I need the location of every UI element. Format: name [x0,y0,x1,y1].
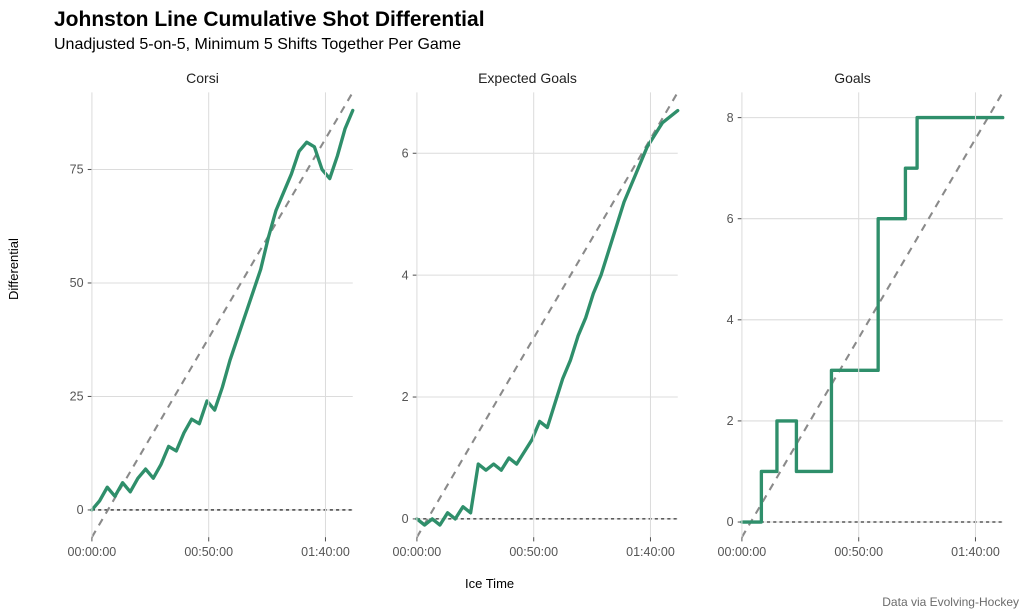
chart-subtitle: Unadjusted 5-on-5, Minimum 5 Shifts Toge… [54,36,461,54]
svg-text:00:00:00: 00:00:00 [68,545,117,559]
facet-label: Expected Goals [365,70,690,86]
svg-text:4: 4 [402,268,409,282]
svg-text:6: 6 [402,146,409,160]
chart-title: Johnston Line Cumulative Shot Differenti… [54,8,485,32]
plot-area: 0 25 50 75 00:00:00 00:50:00 01:40:00 [46,86,359,571]
svg-text:4: 4 [727,313,734,327]
svg-text:00:50:00: 00:50:00 [834,545,883,559]
svg-text:8: 8 [727,111,734,125]
svg-text:01:40:00: 01:40:00 [951,545,1000,559]
svg-text:2: 2 [402,390,409,404]
svg-text:0: 0 [402,512,409,526]
panel-row: Corsi025507500:00:0000:50:0001:40:00Expe… [40,70,1015,570]
facet-label: Goals [690,70,1015,86]
svg-text:0: 0 [77,503,84,517]
svg-text:00:50:00: 00:50:00 [184,545,233,559]
svg-text:01:40:00: 01:40:00 [301,545,350,559]
panel-goals: Goals 0 2 4 6 8 00:00:00 00:50:00 01:40:00 [690,70,1015,570]
svg-text:50: 50 [70,276,84,290]
panel-corsi: Corsi 0 25 50 75 00:00:00 00:50:00 01:40:00 [40,70,365,570]
svg-text:0: 0 [727,515,734,529]
svg-text:25: 25 [70,390,84,404]
svg-text:2: 2 [727,414,734,428]
svg-text:01:40:00: 01:40:00 [626,545,675,559]
plot-area: 0 2 4 6 8 00:00:00 00:50:00 01:40:00 [696,86,1009,571]
y-axis-label: Differential [6,238,21,300]
panel-expected-goals: Expected Goals 0 2 4 6 00:00:00 00:50:00 01:40:… [365,70,690,570]
svg-text:6: 6 [727,212,734,226]
x-axis-label: Ice Time [465,576,514,591]
svg-text:00:00:00: 00:00:00 [393,545,442,559]
plot-area: 0 2 4 6 00:00:00 00:50:00 01:40:00 [371,86,684,571]
chart-caption: Data via Evolving-Hockey [882,595,1019,609]
svg-text:00:50:00: 00:50:00 [509,545,558,559]
facet-label: Corsi [40,70,365,86]
svg-text:00:00:00: 00:00:00 [718,545,767,559]
svg-text:75: 75 [70,163,84,177]
